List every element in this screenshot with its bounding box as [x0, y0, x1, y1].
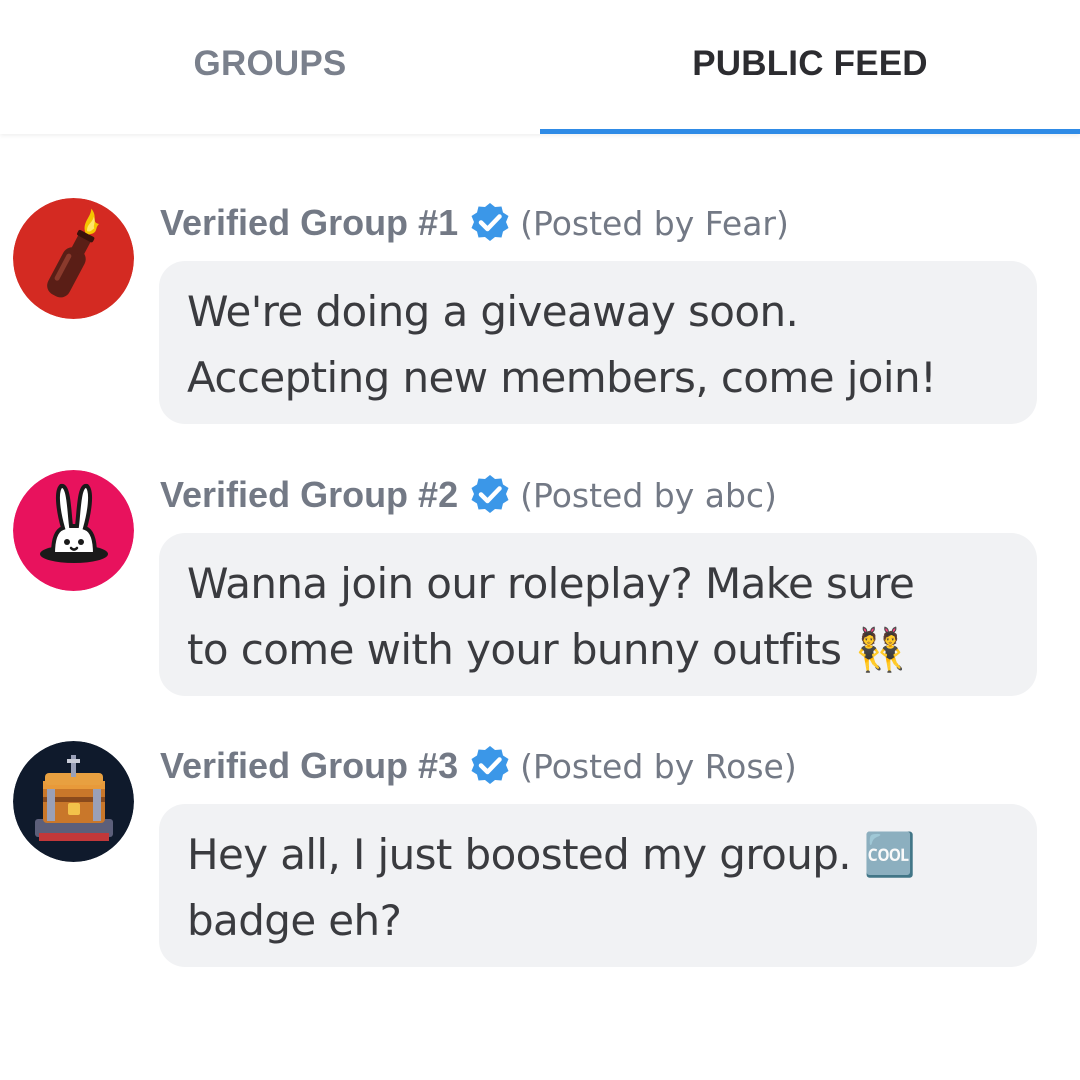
molotov-cocktail-icon — [13, 198, 134, 319]
post-header: Verified Group #3 (Posted by Rose) — [160, 741, 797, 791]
tab-groups-label: GROUPS — [193, 44, 347, 83]
message-text: We're doing a giveaway soon. Accepting n… — [187, 287, 937, 402]
group-avatar[interactable] — [13, 470, 134, 591]
message-bubble[interactable]: Wanna join our roleplay? Make sure to co… — [159, 533, 1037, 696]
tab-bar: GROUPS PUBLIC FEED — [0, 0, 1080, 134]
group-name[interactable]: Verified Group #1 — [160, 202, 458, 244]
treasure-chest-icon — [13, 741, 134, 862]
group-name[interactable]: Verified Group #2 — [160, 474, 458, 516]
posted-by-label: (Posted by abc) — [520, 475, 777, 515]
message-text: Wanna join our roleplay? Make sure to co… — [187, 559, 915, 674]
verified-badge-icon — [471, 203, 509, 241]
active-tab-indicator — [540, 129, 1080, 134]
post-header: Verified Group #2 (Posted by abc) — [160, 470, 777, 520]
message-bubble[interactable]: We're doing a giveaway soon. Accepting n… — [159, 261, 1037, 424]
group-avatar[interactable] — [13, 198, 134, 319]
tab-public-feed-label: PUBLIC FEED — [692, 44, 928, 83]
group-name[interactable]: Verified Group #3 — [160, 745, 458, 787]
message-text: Hey all, I just boosted my group. 🆒 badg… — [187, 830, 916, 945]
message-bubble[interactable]: Hey all, I just boosted my group. 🆒 badg… — [159, 804, 1037, 967]
posted-by-label: (Posted by Fear) — [520, 203, 789, 243]
group-avatar[interactable] — [13, 741, 134, 862]
tab-public-feed[interactable]: PUBLIC FEED — [540, 0, 1080, 134]
bunny-in-hole-icon — [13, 470, 134, 591]
post-header: Verified Group #1 (Posted by Fear) — [160, 198, 789, 248]
verified-badge-icon — [471, 746, 509, 784]
tab-groups[interactable]: GROUPS — [0, 0, 540, 134]
posted-by-label: (Posted by Rose) — [520, 746, 797, 786]
verified-badge-icon — [471, 475, 509, 513]
